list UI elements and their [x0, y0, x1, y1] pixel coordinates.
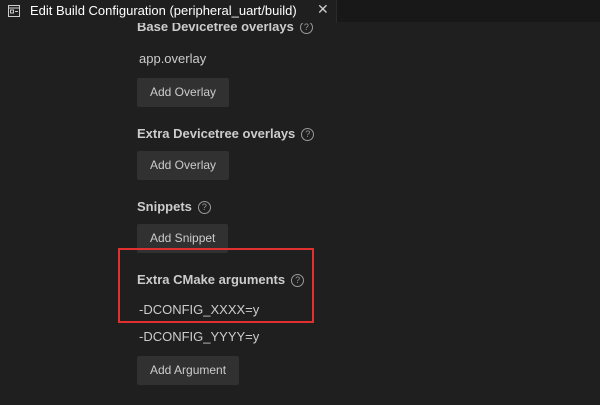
editor-tab-bar: Edit Build Configuration (peripheral_uar…: [0, 0, 600, 23]
base-devicetree-overlays-title: Base Devicetree overlays?: [137, 23, 313, 34]
add-argument-button[interactable]: Add Argument: [137, 356, 240, 385]
add-extra-overlay-button[interactable]: Add Overlay: [137, 151, 230, 180]
extra-devicetree-overlays-label: Extra Devicetree overlays: [137, 126, 296, 141]
snippets-title: Snippets?: [137, 199, 211, 214]
extra-devicetree-overlays-title: Extra Devicetree overlays?: [137, 126, 315, 141]
settings-window-icon: [8, 5, 20, 17]
build-configuration-form: Base Devicetree overlays? app.overlay Ad…: [0, 23, 600, 405]
base-devicetree-overlays-label: Base Devicetree overlays: [137, 23, 294, 34]
snippets-label: Snippets: [137, 199, 192, 214]
help-icon[interactable]: ?: [197, 201, 211, 214]
cmake-argument-entry[interactable]: -DCONFIG_YYYY=y: [139, 329, 259, 344]
add-base-overlay-button[interactable]: Add Overlay: [137, 78, 230, 107]
help-icon[interactable]: ?: [299, 23, 313, 34]
base-overlay-entry[interactable]: app.overlay: [139, 51, 206, 66]
tab-edit-build-configuration[interactable]: Edit Build Configuration (peripheral_uar…: [0, 0, 337, 23]
tab-title: Edit Build Configuration (peripheral_uar…: [30, 3, 297, 18]
close-icon[interactable]: ✕: [317, 1, 329, 18]
help-icon[interactable]: ?: [301, 128, 315, 141]
highlight-annotation-box: [118, 248, 314, 323]
